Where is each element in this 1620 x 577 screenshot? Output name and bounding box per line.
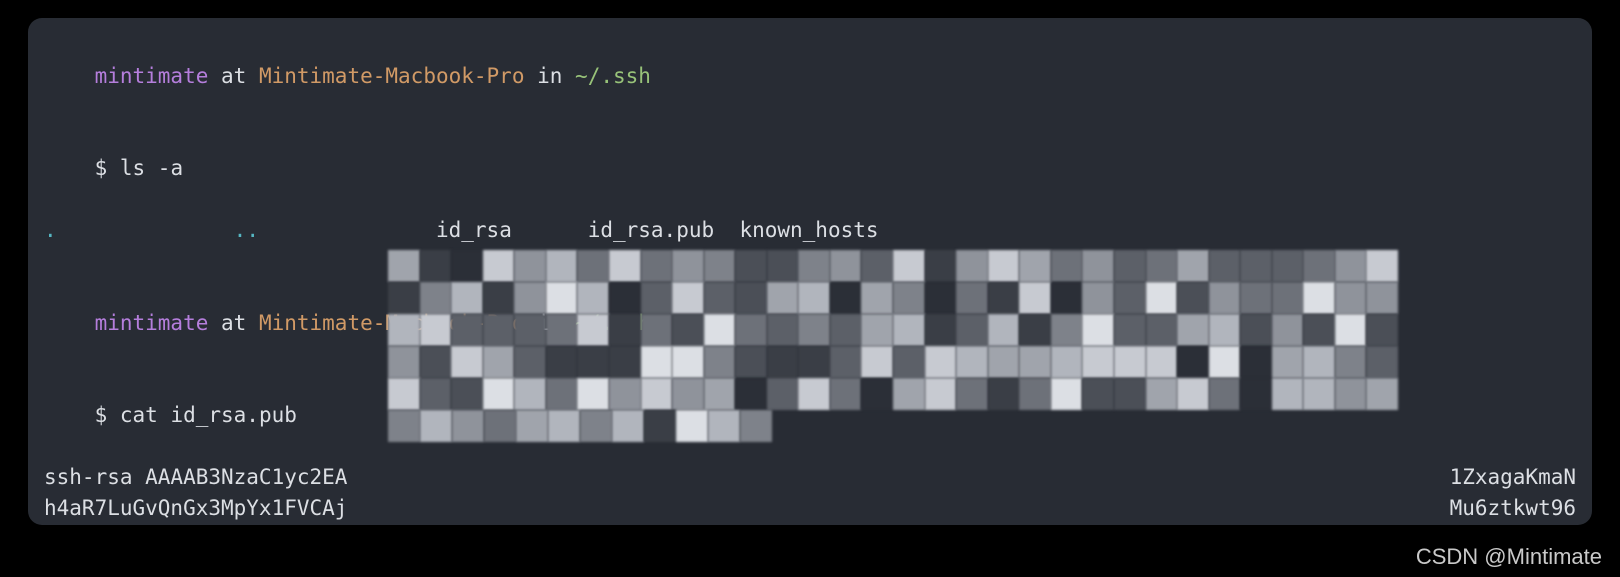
- command-text: cat id_rsa.pub: [120, 403, 297, 427]
- ssh-key-line: VxQHuWv9l7WHE8v4IlIwRLOfTjQSH7N83A: [44, 524, 1576, 525]
- ls-file-knownhosts: known_hosts: [739, 218, 878, 242]
- redacted-mosaic: [388, 250, 1398, 442]
- watermark-text: CSDN @Mintimate: [1416, 541, 1602, 573]
- command-text: ls -a: [120, 156, 183, 180]
- ls-file-idrsa: id_rsa: [436, 218, 512, 242]
- ls-output: . .. id_rsa id_rsa.pub known_hosts: [44, 215, 1576, 246]
- prompt-host: Mintimate-Macbook-Pro: [259, 64, 525, 88]
- ssh-key-line: h4aR7LuGvQnGx3MpYx1FVCAjMu6ztkwt96: [44, 493, 1576, 524]
- ls-file-idrsapub: id_rsa.pub: [588, 218, 714, 242]
- ls-dot: .: [44, 218, 57, 242]
- ssh-key-line: ssh-rsa AAAAB3NzaC1yc2EA1ZxagaKmaN: [44, 462, 1576, 493]
- command-line-1: $ ls -a: [44, 123, 1576, 216]
- terminal-window[interactable]: mintimate at Mintimate-Macbook-Pro in ~/…: [28, 18, 1592, 525]
- prompt-line-1: mintimate at Mintimate-Macbook-Pro in ~/…: [44, 30, 1576, 123]
- prompt-user: mintimate: [95, 64, 209, 88]
- prompt-path: ~/.ssh: [575, 64, 651, 88]
- ls-dotdot: ..: [234, 218, 259, 242]
- prompt-symbol: $: [95, 156, 120, 180]
